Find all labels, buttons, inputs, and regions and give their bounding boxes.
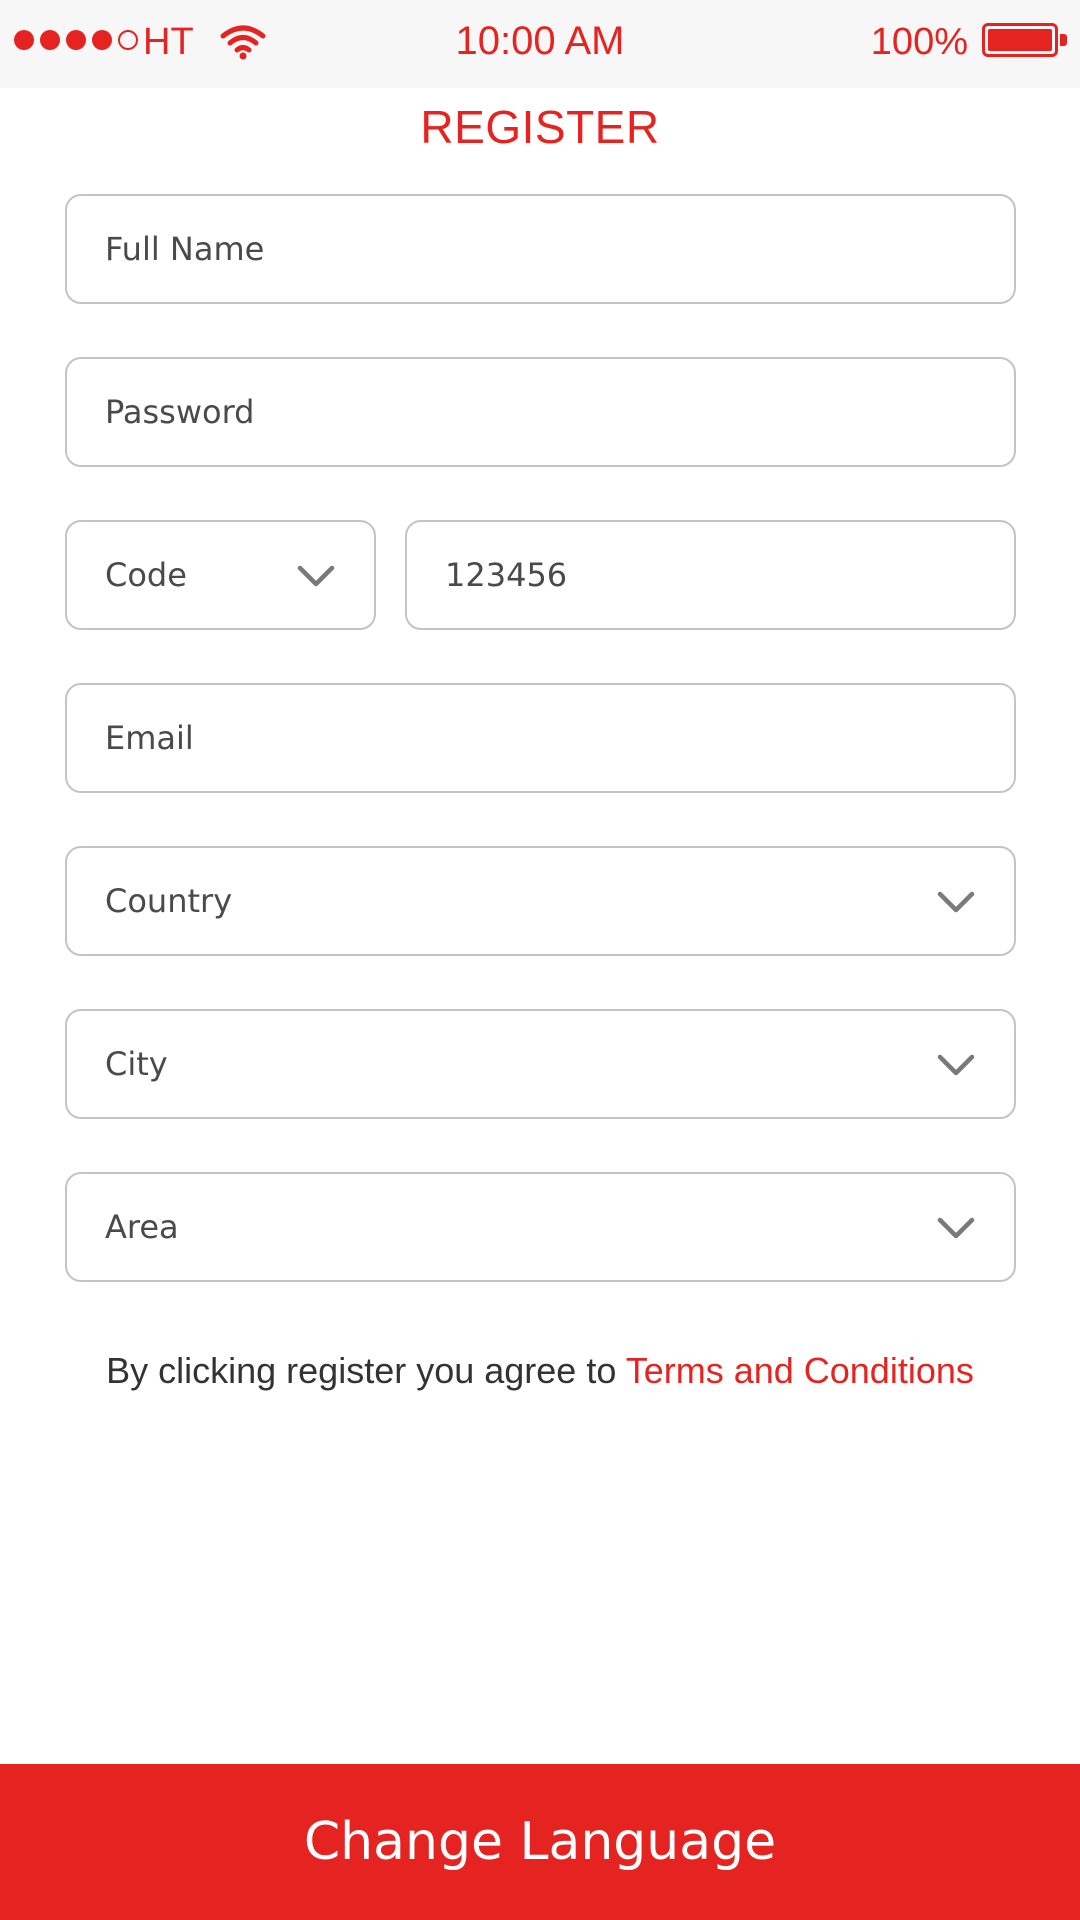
- password-field[interactable]: [65, 357, 1016, 467]
- full-name-field[interactable]: [65, 194, 1016, 304]
- terms-notice: By clicking register you agree to Terms …: [0, 1350, 1080, 1392]
- password-input[interactable]: [105, 393, 1014, 431]
- battery-level: [988, 29, 1052, 51]
- country-code-label: Code: [105, 556, 187, 594]
- terms-prefix: By clicking register you agree to: [106, 1350, 626, 1391]
- phone-input[interactable]: [445, 556, 1014, 594]
- battery-icon: [982, 23, 1058, 57]
- city-select-label: City: [105, 1045, 168, 1083]
- status-bar: HT 10:00 AM 100%: [0, 0, 1080, 88]
- battery-cap: [1060, 34, 1067, 46]
- chevron-down-icon: [937, 1054, 975, 1076]
- chevron-down-icon: [937, 1217, 975, 1239]
- country-select[interactable]: Country: [65, 846, 1016, 956]
- country-code-select[interactable]: Code: [65, 520, 376, 630]
- email-field[interactable]: [65, 683, 1016, 793]
- phone-field[interactable]: [405, 520, 1016, 630]
- chevron-down-icon: [937, 891, 975, 913]
- area-select-label: Area: [105, 1208, 179, 1246]
- chevron-down-icon: [297, 565, 335, 587]
- city-select[interactable]: City: [65, 1009, 1016, 1119]
- change-language-button[interactable]: Change Language: [0, 1764, 1080, 1920]
- page-title: REGISTER: [420, 101, 660, 153]
- area-select[interactable]: Area: [65, 1172, 1016, 1282]
- email-input[interactable]: [105, 719, 1014, 757]
- full-name-input[interactable]: [105, 230, 1014, 268]
- battery-percentage: 100%: [870, 21, 968, 63]
- country-select-label: Country: [105, 882, 233, 920]
- terms-and-conditions-link[interactable]: Terms and Conditions: [626, 1350, 974, 1391]
